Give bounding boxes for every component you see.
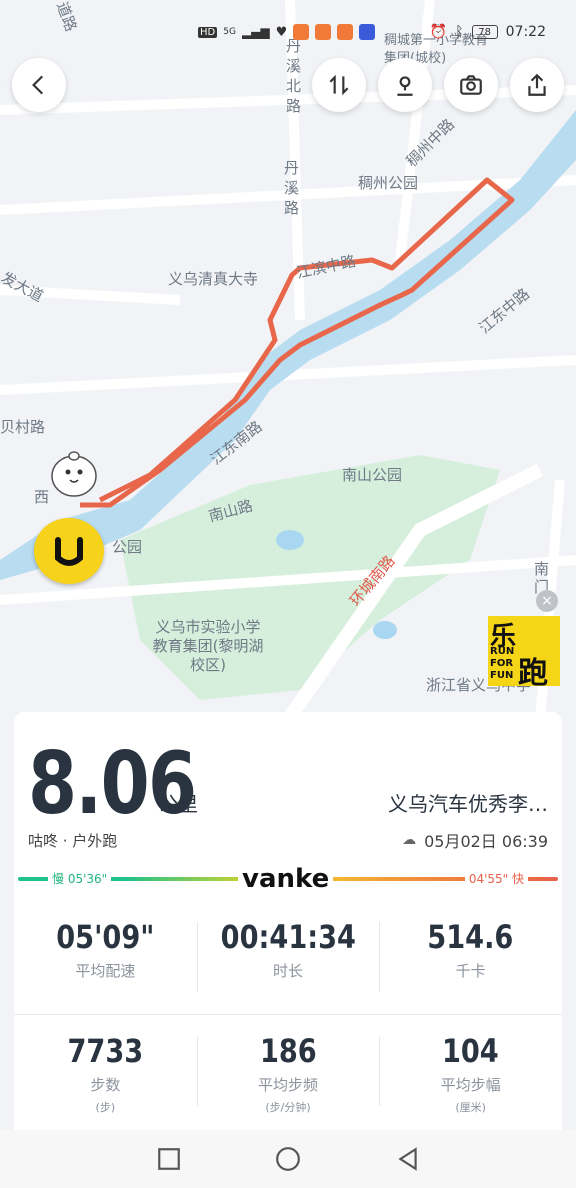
stat-value: 05'09" [56, 918, 155, 956]
app-source: 咕咚 · 户外跑 [28, 832, 118, 850]
stat-label: 平均配速 [75, 962, 136, 980]
summary-card: 8.06 公里 义乌汽车优秀李… 咕咚 · 户外跑 ☁ 05月02日 06:39… [14, 712, 562, 1130]
status-bar: HD 5G ▂▄▆ ♥ ⏰ ᛒ 78 07:22 [0, 0, 576, 64]
network-type: 5G [223, 27, 236, 37]
stat-duration: 00:41:34 时长 [196, 918, 380, 992]
close-badge-icon[interactable]: × [536, 590, 558, 612]
stat-calories: 514.6 千卡 [379, 918, 562, 992]
stat-label: 平均步幅 [440, 1076, 501, 1094]
stat-label: 步数 [90, 1076, 121, 1094]
distance-value: 8.06 [28, 734, 197, 834]
location-pin-icon [397, 76, 413, 96]
map-label-park-left: 公园 [112, 538, 143, 556]
map-label-chouzhou-park: 稠州公园 [358, 174, 419, 192]
stat-value: 186 [259, 1032, 317, 1070]
lepao-run: RUN [490, 646, 515, 657]
lepao-fun: FUN [490, 670, 514, 681]
stat-label: 平均步频 [258, 1076, 319, 1094]
map-label-experimental-school: 义乌市实验小学教育集团(黎明湖校区) [152, 618, 264, 674]
stat-value: 00:41:34 [220, 918, 356, 956]
distance-unit: 公里 [158, 792, 198, 816]
stat-steps: 7733 步数 (步) [14, 1032, 197, 1115]
app-icon [359, 24, 376, 40]
battery-icon: 78 [471, 25, 498, 39]
stat-stride: 104 平均步幅 (厘米) [379, 1032, 562, 1115]
stat-unit: (步) [95, 1101, 116, 1114]
stat-label: 时长 [273, 962, 304, 980]
stats-row-secondary: 7733 步数 (步) 186 平均步频 (步/分钟) 104 平均步幅 (厘米… [14, 1032, 562, 1115]
weibo-icon [337, 24, 354, 40]
recent-apps-button[interactable] [156, 1146, 182, 1172]
stat-cadence: 186 平均步频 (步/分钟) [196, 1032, 380, 1115]
weibo-icon [315, 24, 332, 40]
camera-button[interactable] [444, 58, 498, 112]
stat-value: 104 [442, 1032, 500, 1070]
stat-value: 7733 [67, 1032, 144, 1070]
stats-row-primary: 05'09" 平均配速 00:41:34 时长 514.6 千卡 [14, 918, 562, 992]
end-marker-icon [34, 518, 104, 584]
home-button[interactable] [275, 1146, 301, 1172]
location-button[interactable] [378, 58, 432, 112]
stat-unit: (步/分钟) [265, 1101, 311, 1114]
lepao-for: FOR [490, 658, 514, 669]
stat-label: 千卡 [455, 962, 486, 980]
heart-icon: ♥ [275, 24, 288, 40]
date-row: ☁ 05月02日 06:39 [402, 828, 548, 852]
swap-icon [329, 74, 349, 96]
switch-view-button[interactable] [312, 58, 366, 112]
camera-icon [460, 75, 482, 95]
system-nav-bar [0, 1130, 576, 1188]
lepao-badge[interactable]: 乐 RUN FOR FUN 跑 [488, 616, 560, 691]
map-label-nanshan-park: 南山公园 [342, 466, 403, 484]
mascot-icon [44, 446, 104, 502]
cloud-icon: ☁ [402, 832, 417, 848]
chevron-left-icon [32, 75, 44, 95]
map-label-danxi-road: 丹溪路 [284, 159, 300, 217]
stat-avg-pace: 05'09" 平均配速 [14, 918, 197, 981]
share-icon [528, 73, 546, 96]
row-divider [14, 1014, 562, 1015]
activity-title[interactable]: 义乌汽车优秀李… [388, 788, 548, 817]
lepao-char-pao: 跑 [518, 656, 548, 691]
back-nav-button[interactable] [395, 1146, 421, 1172]
clock-time: 07:22 [505, 24, 546, 40]
alarm-icon: ⏰ [429, 24, 448, 40]
pace-fast-label: 04'55" 快 [464, 870, 528, 887]
back-button[interactable] [12, 58, 66, 112]
signal-icon: ▂▄▆ [241, 25, 270, 39]
pace-slow-label: 慢 05'36" [48, 870, 112, 887]
stat-value: 514.6 [427, 918, 514, 956]
hd-label: HD [198, 26, 218, 38]
pace-gradient-bar: 慢 05'36" vanke 04'55" 快 [18, 864, 558, 894]
activity-datetime: 05月02日 06:39 [424, 832, 548, 851]
brand-logo: vanke [238, 864, 334, 894]
stat-unit: (厘米) [455, 1101, 486, 1114]
bluetooth-icon: ᛒ [455, 24, 464, 40]
share-button[interactable] [510, 58, 564, 112]
weibo-icon [293, 24, 310, 40]
map-label-road-left-3: 贝村路 [0, 418, 46, 436]
map-label-yiwu-mosque: 义乌清真大寺 [168, 270, 259, 288]
